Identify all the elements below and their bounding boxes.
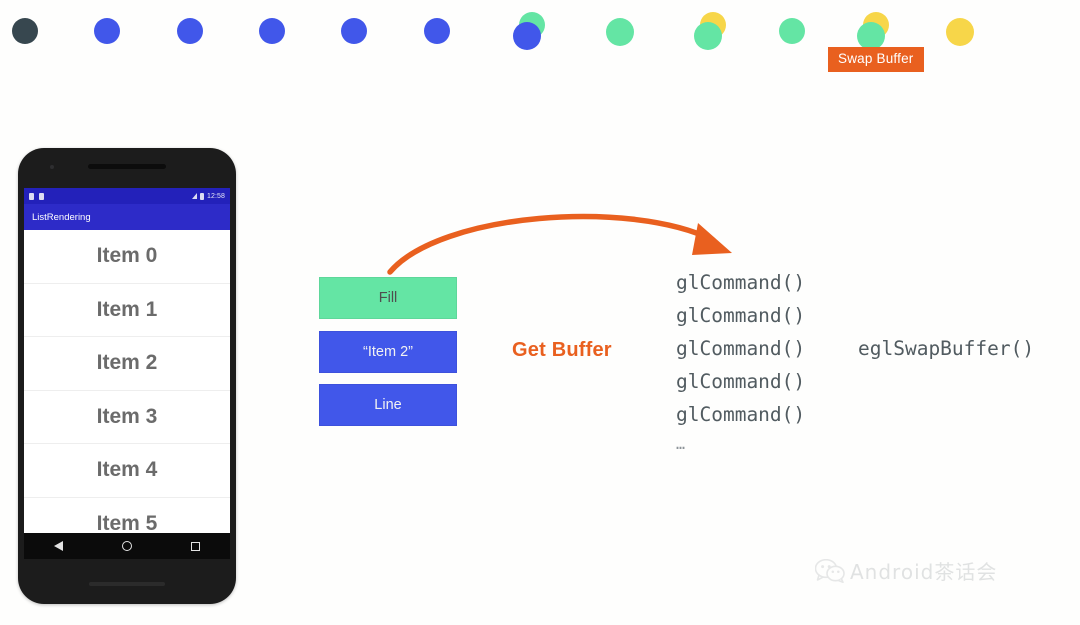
battery-icon <box>199 192 204 200</box>
list-item-label: Item 4 <box>96 458 158 482</box>
gl-command-line: glCommand() <box>676 271 806 294</box>
list-item-label: Item 3 <box>96 404 158 428</box>
list-item[interactable]: Item 4 <box>24 444 230 498</box>
box-item2-label: “Item 2” <box>363 344 413 360</box>
recents-icon[interactable] <box>191 541 201 551</box>
watermark: Android茶话会 <box>815 556 997 585</box>
navigation-bar[interactable] <box>24 533 230 559</box>
frame-dot-12-yellow <box>946 18 974 46</box>
gl-command-ellipsis: … <box>676 435 686 453</box>
frame-dot-7-blue-front <box>513 22 541 50</box>
frame-timeline: Swap Buffer <box>0 0 1080 90</box>
frame-dot-1-dark <box>12 18 38 44</box>
phone-screen: 12:58 ListRendering Item 0 Item 1 Item 2 It… <box>24 188 230 533</box>
frame-dot-3-blue <box>177 18 203 44</box>
status-notification-icons <box>29 192 44 200</box>
notification-icon-2 <box>39 192 44 200</box>
bottom-speaker-grille <box>89 582 165 586</box>
list-item-label: Item 1 <box>96 297 158 321</box>
frame-dot-10-green <box>779 18 805 44</box>
app-bar: ListRendering <box>24 204 230 230</box>
gl-command-list: glCommand() glCommand() glCommand() glComma… <box>676 266 805 457</box>
frame-dot-9-green-front <box>694 22 722 50</box>
list-item-label: Item 5 <box>96 511 158 533</box>
signal-icon <box>191 193 197 199</box>
box-line[interactable]: Line <box>319 384 457 426</box>
watermark-text: Android茶话会 <box>850 560 998 584</box>
list-item[interactable]: Item 1 <box>24 284 230 337</box>
notification-icon-1 <box>29 192 34 200</box>
frame-dot-8-green <box>606 18 634 46</box>
app-title: ListRendering <box>32 211 91 223</box>
box-line-label: Line <box>374 397 402 413</box>
frame-dot-4-blue <box>259 18 285 44</box>
gl-command-line: glCommand() <box>676 403 806 426</box>
frame-dot-6-blue <box>424 18 450 44</box>
front-camera-icon <box>50 165 54 169</box>
gl-command-line: glCommand() <box>676 304 806 327</box>
frame-dot-2-blue <box>94 18 120 44</box>
egl-swap-buffer-label: eglSwapBuffer() <box>858 337 1035 360</box>
status-bar: 12:58 <box>24 188 230 204</box>
frame-dot-5-blue <box>341 18 367 44</box>
list-item-label: Item 0 <box>96 244 158 268</box>
status-clock: 12:58 <box>206 192 225 200</box>
list-item[interactable]: Item 0 <box>24 230 230 284</box>
list-item[interactable]: Item 2 <box>24 337 230 391</box>
get-buffer-label: Get Buffer <box>512 339 612 361</box>
box-item2[interactable]: “Item 2” <box>319 331 457 373</box>
speaker-grille <box>88 164 166 169</box>
gl-command-line: glCommand() <box>676 370 806 393</box>
list-item[interactable]: Item 5 <box>24 498 230 533</box>
box-fill-label: Fill <box>378 290 398 306</box>
gl-command-line: glCommand() <box>676 337 806 360</box>
wechat-icon <box>815 558 845 583</box>
list-item[interactable]: Item 3 <box>24 391 230 444</box>
status-system-icons: 12:58 <box>191 188 225 204</box>
home-icon[interactable] <box>121 541 132 551</box>
back-icon[interactable] <box>53 541 63 551</box>
box-fill[interactable]: Fill <box>319 277 457 319</box>
swap-buffer-label: Swap Buffer <box>828 47 924 72</box>
frame-dot-11-green-front <box>857 22 885 50</box>
item-list[interactable]: Item 0 Item 1 Item 2 Item 3 Item 4 Item 5 <box>24 230 230 533</box>
slide-canvas: Swap Buffer 12:58 ListRendering Item 0 It… <box>0 0 1080 625</box>
phone-mockup: 12:58 ListRendering Item 0 Item 1 Item 2 It… <box>18 148 236 604</box>
list-item-label: Item 2 <box>96 351 158 375</box>
